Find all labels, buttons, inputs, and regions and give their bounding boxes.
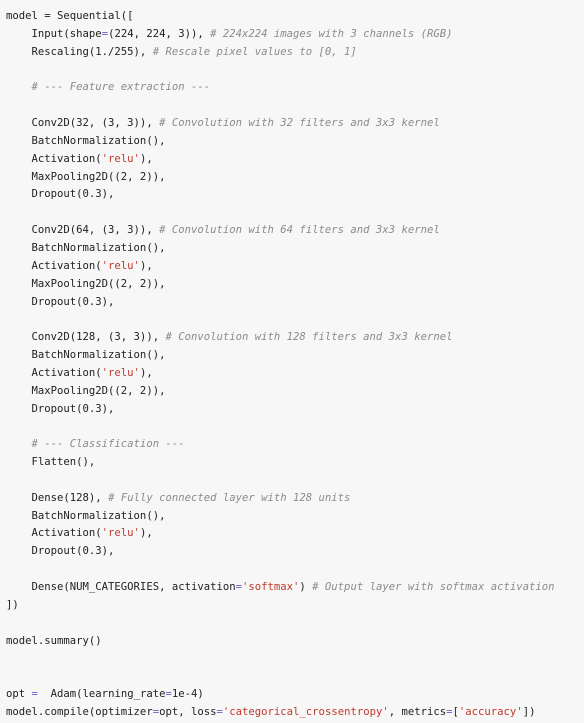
code-comment: # Rescale pixel values to [0, 1] (152, 45, 357, 58)
code-token: ) (299, 581, 313, 593)
code-line: Dense(NUM_CATEGORIES, activation='softma… (6, 579, 584, 597)
code-string: 'relu' (101, 527, 140, 540)
code-token: ), (139, 152, 153, 165)
code-comment: # Convolution with 128 filters and 3x3 k… (165, 331, 453, 344)
code-comment: # Convolution with 32 filters and 3x3 ke… (159, 117, 440, 130)
code-comment: # Output layer with softmax activation (312, 581, 555, 593)
code-line: MaxPooling2D((2, 2)), (6, 169, 584, 187)
code-string: 'accuracy' (458, 705, 523, 718)
code-token: (224, 224, 3)), (108, 27, 211, 40)
code-token: MaxPooling2D((2, 2)), (6, 170, 166, 183)
code-token: BatchNormalization(), (6, 241, 166, 254)
code-token: model = Sequential([ (6, 10, 134, 22)
code-token: Dropout(0.3), (6, 402, 115, 415)
code-string: 'softmax' (242, 581, 300, 593)
code-string: 'categorical_crossentropy' (222, 705, 389, 718)
code-line: opt = Adam(learning_rate=1e-4) (6, 686, 584, 704)
code-line: Activation('relu'), (6, 258, 584, 276)
code-line: Flatten(), (6, 454, 584, 472)
code-token: ]) (6, 598, 19, 611)
code-token: Activation( (6, 152, 102, 165)
code-line: BatchNormalization(), (6, 347, 584, 365)
code-token: BatchNormalization(), (6, 509, 166, 522)
code-token: Dropout(0.3), (6, 295, 115, 308)
code-token: Dense(128), (6, 491, 109, 504)
code-line: Dense(128), # Fully connected layer with… (6, 490, 584, 508)
code-line: ]) (6, 597, 584, 615)
code-token: ), (139, 259, 153, 272)
code-line: BatchNormalization(), (6, 508, 584, 526)
code-block: model = Sequential([ Input(shape=(224, 2… (0, 0, 584, 723)
code-token: 1e-4) (171, 688, 204, 701)
code-token: model.compile(optimizer (6, 705, 153, 718)
code-line: model.compile(optimizer=opt, loss='categ… (6, 704, 584, 722)
code-token: opt (6, 688, 32, 701)
code-token: Activation( (6, 259, 102, 272)
code-token: Activation( (6, 527, 102, 540)
code-line: # --- Classification --- (6, 436, 584, 454)
code-line: Dropout(0.3), (6, 401, 584, 419)
code-line: model.summary() (6, 633, 584, 651)
code-token: Flatten(), (6, 456, 96, 469)
code-token: BatchNormalization(), (6, 349, 166, 362)
code-token: Input(shape (6, 27, 102, 40)
code-token: Rescaling(1./255), (6, 45, 153, 58)
code-comment: # --- Feature extraction --- (6, 81, 211, 94)
code-line: model = Sequential([ (6, 8, 584, 26)
code-line: # --- Feature extraction --- (6, 79, 584, 97)
code-line: Activation('relu'), (6, 365, 584, 383)
code-token: Dropout(0.3), (6, 188, 115, 201)
code-line: Rescaling(1./255), # Rescale pixel value… (6, 44, 584, 62)
code-line: BatchNormalization(), (6, 240, 584, 258)
code-token: Conv2D(32, (3, 3)), (6, 117, 160, 130)
code-line: Dropout(0.3), (6, 186, 584, 204)
code-token: , metrics (388, 705, 447, 718)
code-token: Conv2D(64, (3, 3)), (6, 224, 160, 237)
code-comment: # 224x224 images with 3 channels (RGB) (210, 27, 453, 40)
code-comment: # Convolution with 64 filters and 3x3 ke… (159, 224, 440, 237)
code-comment: # Fully connected layer with 128 units (108, 491, 351, 504)
code-line: Conv2D(32, (3, 3)), # Convolution with 3… (6, 115, 584, 133)
code-line: Dropout(0.3), (6, 543, 584, 561)
code-token: model.summary() (6, 634, 102, 647)
code-token: BatchNormalization(), (6, 134, 166, 147)
code-token: Adam(learning_rate (37, 688, 166, 701)
code-token: Conv2D(128, (3, 3)), (6, 331, 166, 344)
code-comment: # --- Classification --- (6, 438, 185, 451)
code-token: Activation( (6, 366, 102, 379)
code-line: MaxPooling2D((2, 2)), (6, 276, 584, 294)
code-line: Dropout(0.3), (6, 294, 584, 312)
code-string: 'relu' (101, 152, 140, 165)
code-string: 'relu' (101, 259, 140, 272)
code-token: MaxPooling2D((2, 2)), (6, 277, 166, 290)
code-line: MaxPooling2D((2, 2)), (6, 383, 584, 401)
code-line: Input(shape=(224, 224, 3)), # 224x224 im… (6, 26, 584, 44)
code-token: ]) (522, 705, 536, 718)
code-line: Activation('relu'), (6, 151, 584, 169)
code-token: MaxPooling2D((2, 2)), (6, 384, 166, 397)
code-token: Dense(NUM_CATEGORIES, activation (6, 581, 236, 593)
code-token: ), (139, 366, 153, 379)
code-token: ), (139, 527, 153, 540)
code-token: Dropout(0.3), (6, 545, 115, 558)
code-string: 'relu' (101, 366, 140, 379)
code-line: Conv2D(64, (3, 3)), # Convolution with 6… (6, 222, 584, 240)
code-line: BatchNormalization(), (6, 133, 584, 151)
code-token: opt, loss (159, 705, 217, 718)
code-line: Conv2D(128, (3, 3)), # Convolution with … (6, 329, 584, 347)
code-line: Activation('relu'), (6, 525, 584, 543)
